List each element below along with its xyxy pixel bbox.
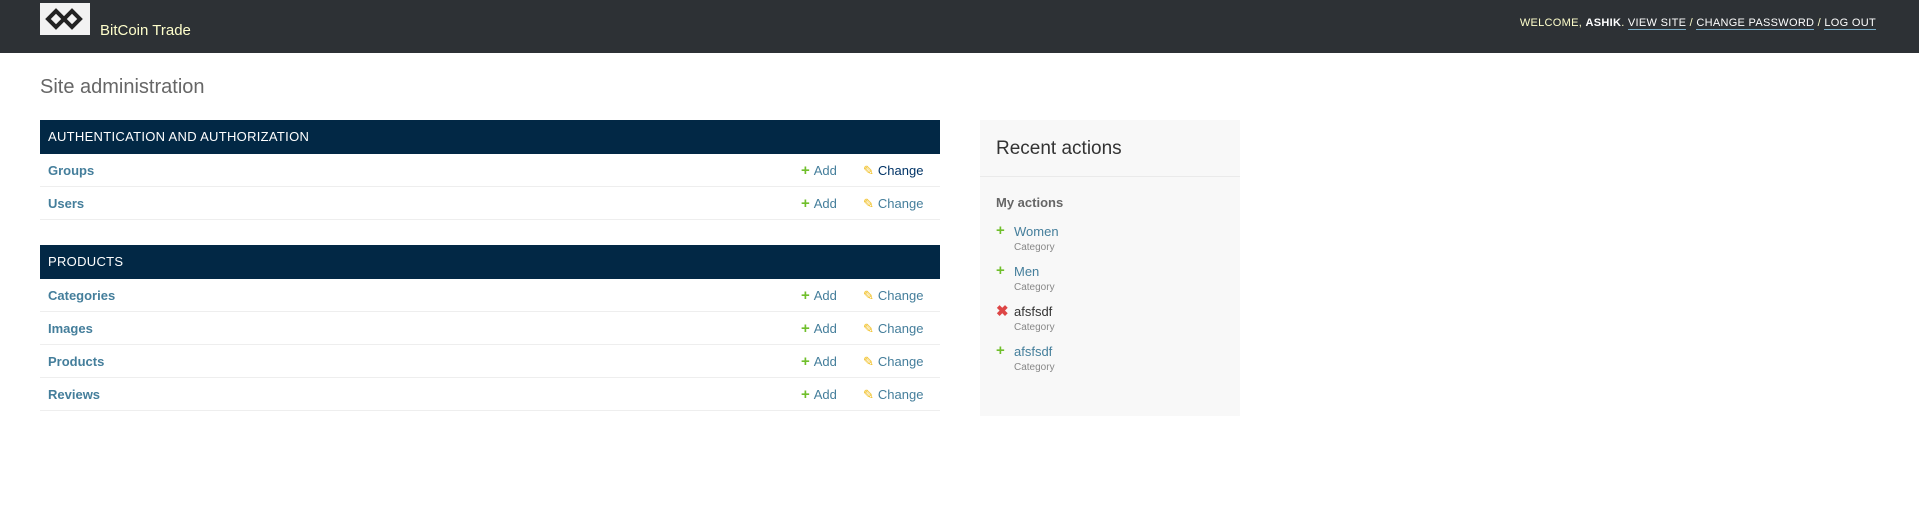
action-object[interactable]: Women xyxy=(1014,224,1224,239)
action-type: Category xyxy=(1014,362,1055,373)
change-link[interactable]: ✎ Change xyxy=(863,279,923,312)
add-label: Add xyxy=(813,163,837,178)
recent-action-item: ✖ afsfsdf Category xyxy=(980,298,1240,338)
model-row: Reviews + Add ✎ Change xyxy=(40,378,940,411)
pencil-icon: ✎ xyxy=(863,387,874,402)
change-label: Change xyxy=(877,163,924,178)
header: BitCoin Trade WELCOME, ASHIK. VIEW SITE … xyxy=(0,0,1919,53)
change-label: Change xyxy=(877,387,924,402)
add-link[interactable]: + Add xyxy=(801,154,837,187)
add-label: Add xyxy=(813,387,837,402)
model-row: Categories + Add ✎ Change xyxy=(40,279,940,312)
change-label: Change xyxy=(877,354,924,369)
view-site-link[interactable]: VIEW SITE xyxy=(1627,17,1687,30)
add-icon: + xyxy=(996,342,1005,359)
plus-icon: + xyxy=(801,386,810,403)
recent-actions-title: Recent actions xyxy=(980,120,1240,177)
separator: / xyxy=(1814,17,1825,29)
add-label: Add xyxy=(813,354,837,369)
module-header[interactable]: PRODUCTS xyxy=(40,245,940,279)
add-icon: + xyxy=(996,262,1005,279)
pencil-icon: ✎ xyxy=(863,354,874,369)
add-label: Add xyxy=(813,288,837,303)
log-out-link[interactable]: LOG OUT xyxy=(1824,17,1876,30)
delete-icon: ✖ xyxy=(996,303,1009,320)
model-link[interactable]: Groups xyxy=(48,163,94,178)
action-type: Category xyxy=(1014,242,1055,253)
plus-icon: + xyxy=(801,287,810,304)
model-row: Users + Add ✎ Change xyxy=(40,187,940,220)
my-actions-title: My actions xyxy=(996,195,1064,210)
model-link[interactable]: Images xyxy=(48,321,93,336)
change-label: Change xyxy=(877,288,924,303)
add-link[interactable]: + Add xyxy=(801,187,837,220)
recent-action-item: + afsfsdf Category xyxy=(980,338,1240,378)
pencil-icon: ✎ xyxy=(863,196,874,211)
model-row: Groups + Add ✎ Change xyxy=(40,154,940,187)
recent-action-item: + Men Category xyxy=(980,258,1240,298)
separator: / xyxy=(1686,17,1697,29)
model-link[interactable]: Users xyxy=(48,196,84,211)
pencil-icon: ✎ xyxy=(863,321,874,336)
action-type: Category xyxy=(1014,322,1055,333)
action-object[interactable]: afsfsdf xyxy=(1014,344,1224,359)
module-header[interactable]: AUTHENTICATION AND AUTHORIZATION xyxy=(40,120,940,154)
add-link[interactable]: + Add xyxy=(801,279,837,312)
logo[interactable] xyxy=(40,3,90,35)
change-link[interactable]: ✎ Change xyxy=(863,378,923,411)
add-link[interactable]: + Add xyxy=(801,378,837,411)
site-brand[interactable]: BitCoin Trade xyxy=(100,22,191,39)
add-icon: + xyxy=(996,222,1005,239)
add-link[interactable]: + Add xyxy=(801,345,837,378)
change-link[interactable]: ✎ Change xyxy=(863,345,923,378)
app-module: AUTHENTICATION AND AUTHORIZATION Groups +… xyxy=(40,120,940,220)
action-object: afsfsdf xyxy=(1014,304,1053,319)
change-label: Change xyxy=(877,196,924,211)
change-link[interactable]: ✎ Change xyxy=(863,187,923,220)
change-link[interactable]: ✎ Change xyxy=(863,154,923,187)
add-link[interactable]: + Add xyxy=(801,312,837,345)
model-link[interactable]: Categories xyxy=(48,288,115,303)
change-password-link[interactable]: CHANGE PASSWORD xyxy=(1696,17,1815,30)
user-tools: WELCOME, ASHIK. VIEW SITE / CHANGE PASSW… xyxy=(1519,17,1876,30)
welcome-text: WELCOME, xyxy=(1519,17,1586,29)
recent-actions-panel: Recent actions My actions + Women Category… xyxy=(980,120,1240,416)
recent-action-item: + Women Category xyxy=(980,218,1240,258)
model-link[interactable]: Reviews xyxy=(48,387,100,402)
change-link[interactable]: ✎ Change xyxy=(863,312,923,345)
pencil-icon: ✎ xyxy=(863,163,874,178)
model-link[interactable]: Products xyxy=(48,354,104,369)
add-label: Add xyxy=(813,196,837,211)
change-label: Change xyxy=(877,321,924,336)
page-title: Site administration xyxy=(40,76,205,98)
add-label: Add xyxy=(813,321,837,336)
app-module: PRODUCTS Categories + Add ✎ Change Images + A… xyxy=(40,245,940,411)
action-type: Category xyxy=(1014,282,1055,293)
pencil-icon: ✎ xyxy=(863,288,874,303)
plus-icon: + xyxy=(801,195,810,212)
username: ASHIK xyxy=(1585,17,1622,29)
plus-icon: + xyxy=(801,162,810,179)
model-row: Products + Add ✎ Change xyxy=(40,345,940,378)
plus-icon: + xyxy=(801,353,810,370)
model-row: Images + Add ✎ Change xyxy=(40,312,940,345)
plus-icon: + xyxy=(801,320,810,337)
action-object[interactable]: Men xyxy=(1014,264,1224,279)
